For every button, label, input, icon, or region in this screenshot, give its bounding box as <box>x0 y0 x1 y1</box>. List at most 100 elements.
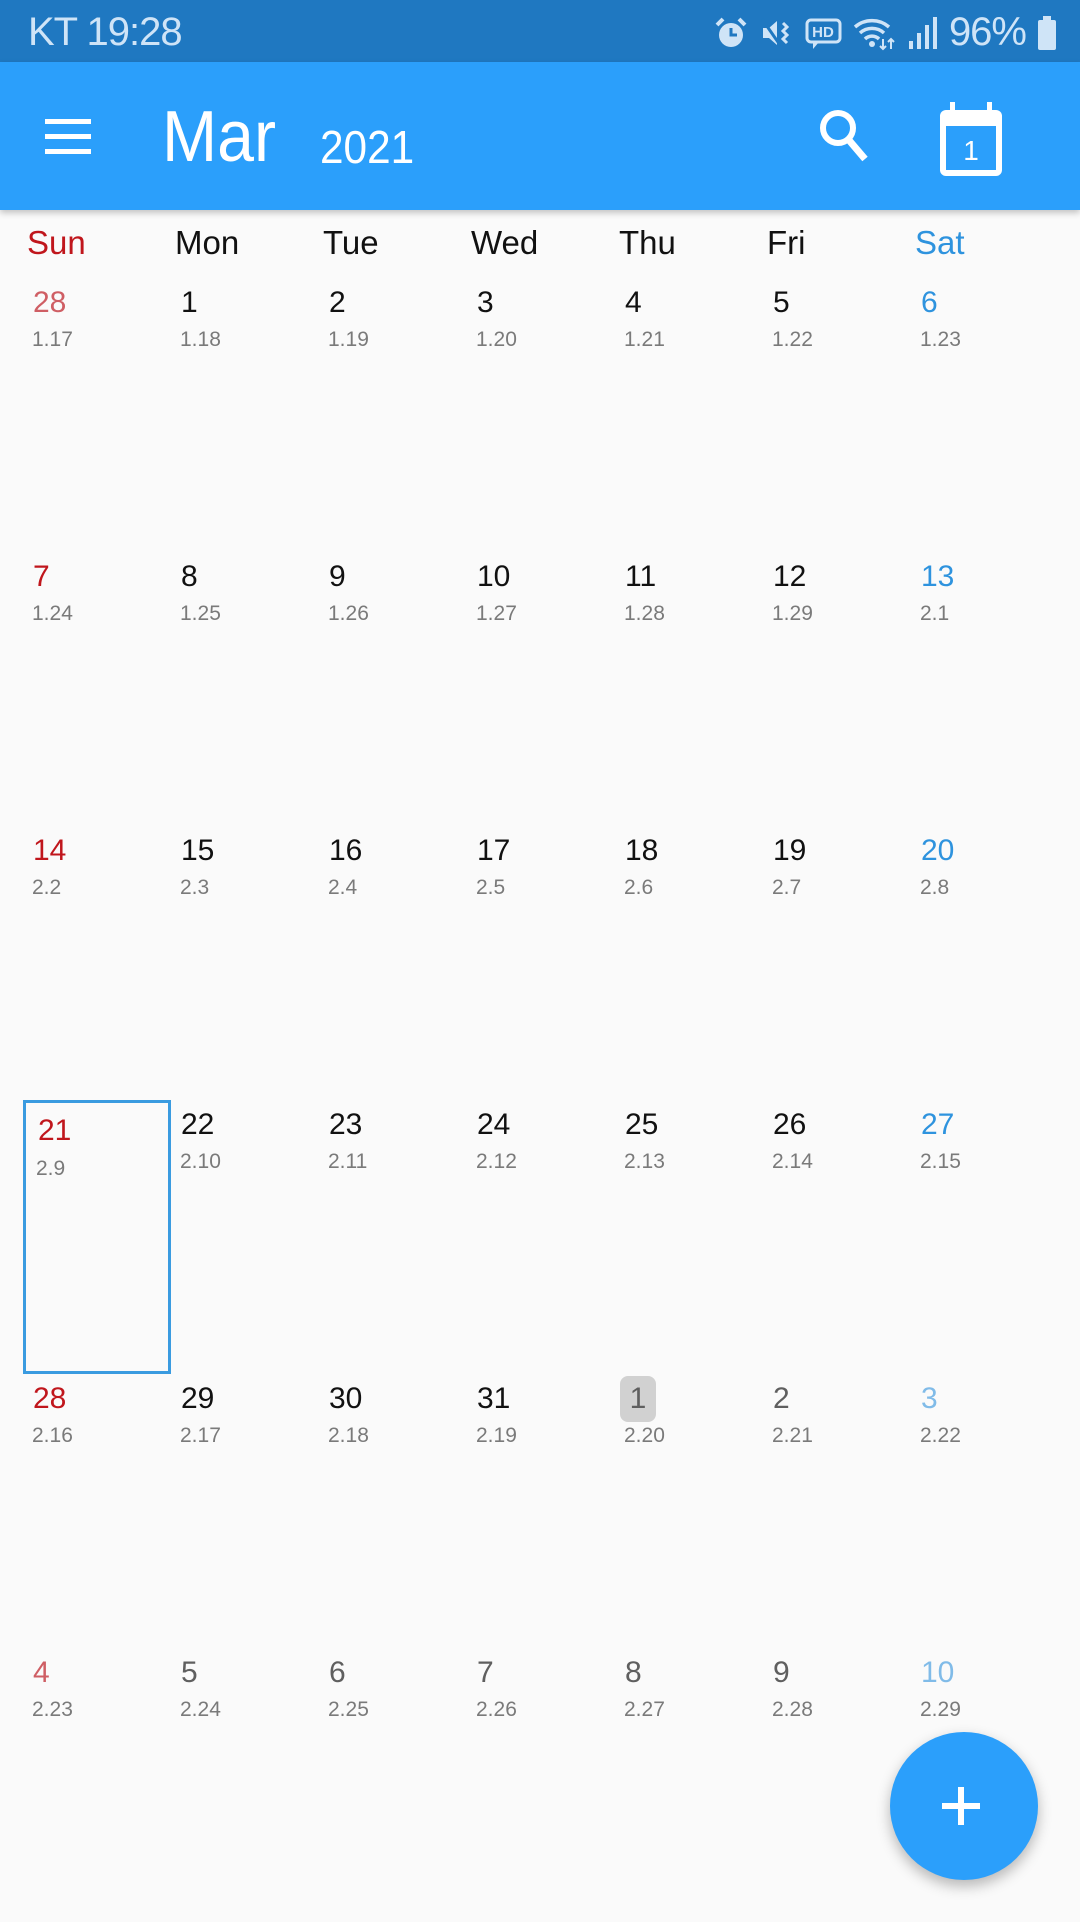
day-number: 9 <box>773 1656 790 1689</box>
day-cell[interactable]: 12 1.29 <box>768 552 916 826</box>
lunar-date: 2.5 <box>476 876 506 899</box>
menu-button[interactable] <box>36 106 100 166</box>
day-number: 8 <box>625 1656 642 1689</box>
day-cell[interactable]: 27 2.15 <box>916 1100 1064 1374</box>
lunar-date: 1.17 <box>32 328 73 351</box>
weekday-sat: Sat <box>915 224 965 261</box>
day-number: 30 <box>329 1382 363 1415</box>
day-cell[interactable]: 5 1.22 <box>768 278 916 552</box>
day-number: 23 <box>329 1108 363 1141</box>
day-cell[interactable]: 16 2.4 <box>324 826 472 1100</box>
lunar-date: 1.20 <box>476 328 517 351</box>
lunar-date: 2.17 <box>180 1424 221 1447</box>
add-event-button[interactable] <box>890 1732 1038 1880</box>
day-cell[interactable]: 23 2.11 <box>324 1100 472 1374</box>
day-number: 20 <box>921 834 955 867</box>
lunar-date: 2.3 <box>180 876 210 899</box>
day-cell[interactable]: 18 2.6 <box>620 826 768 1100</box>
wifi-icon <box>853 18 895 50</box>
day-cell[interactable]: 24 2.12 <box>472 1100 620 1374</box>
day-cell[interactable]: 28 1.17 <box>28 278 176 552</box>
day-cell[interactable]: 31 2.19 <box>472 1374 620 1648</box>
day-number: 28 <box>33 286 67 319</box>
day-cell[interactable]: 7 1.24 <box>28 552 176 826</box>
day-cell[interactable]: 25 2.13 <box>620 1100 768 1374</box>
day-cell[interactable]: 3 2.22 <box>916 1374 1064 1648</box>
day-cell[interactable]: 13 2.1 <box>916 552 1064 826</box>
day-number: 5 <box>181 1656 198 1689</box>
day-cell[interactable]: 19 2.7 <box>768 826 916 1100</box>
day-cell[interactable]: 14 2.2 <box>28 826 176 1100</box>
day-number: 6 <box>329 1656 346 1689</box>
day-number: 9 <box>329 560 346 593</box>
day-cell[interactable]: 2 1.19 <box>324 278 472 552</box>
lunar-date: 2.7 <box>772 876 802 899</box>
day-cell[interactable]: 28 2.16 <box>28 1374 176 1648</box>
day-number: 4 <box>33 1656 50 1689</box>
lunar-date: 1.29 <box>772 602 813 625</box>
day-number: 27 <box>921 1108 955 1141</box>
day-cell[interactable]: 8 2.27 <box>620 1648 768 1922</box>
day-cell[interactable]: 2 2.21 <box>768 1374 916 1648</box>
lunar-date: 2.10 <box>180 1150 221 1173</box>
svg-text:HD: HD <box>812 24 834 41</box>
day-number: 21 <box>38 1114 72 1147</box>
weekday-wed: Wed <box>471 224 539 261</box>
day-cell[interactable]: 15 2.3 <box>176 826 324 1100</box>
day-number: 15 <box>181 834 215 867</box>
lunar-date: 2.20 <box>624 1424 665 1447</box>
day-cell[interactable]: 6 1.23 <box>916 278 1064 552</box>
battery-icon <box>1038 15 1056 50</box>
status-bar: KT 19:28 HD 96% <box>0 0 1080 62</box>
day-number: 25 <box>625 1108 659 1141</box>
day-cell[interactable]: 29 2.17 <box>176 1374 324 1648</box>
day-number: 12 <box>773 560 807 593</box>
lunar-date: 2.22 <box>920 1424 961 1447</box>
day-cell[interactable]: 11 1.28 <box>620 552 768 826</box>
day-cell[interactable]: 4 2.23 <box>28 1648 176 1922</box>
lunar-date: 2.29 <box>920 1698 961 1721</box>
day-number: 7 <box>477 1656 494 1689</box>
day-cell[interactable]: 3 1.20 <box>472 278 620 552</box>
status-icons: HD 96% <box>713 10 1058 55</box>
lunar-date: 2.24 <box>180 1698 221 1721</box>
search-button[interactable] <box>812 104 876 168</box>
day-number: 2 <box>773 1382 790 1415</box>
day-cell[interactable]: 6 2.25 <box>324 1648 472 1922</box>
day-cell[interactable]: 20 2.8 <box>916 826 1064 1100</box>
lunar-date: 1.27 <box>476 602 517 625</box>
lunar-date: 1.28 <box>624 602 665 625</box>
day-cell[interactable]: 30 2.18 <box>324 1374 472 1648</box>
day-cell[interactable]: 1 1.18 <box>176 278 324 552</box>
day-cell[interactable]: 9 1.26 <box>324 552 472 826</box>
lunar-date: 1.22 <box>772 328 813 351</box>
day-number: 26 <box>773 1108 807 1141</box>
day-cell[interactable]: 8 1.25 <box>176 552 324 826</box>
day-number: 13 <box>921 560 955 593</box>
day-cell[interactable]: 17 2.5 <box>472 826 620 1100</box>
day-number: 19 <box>773 834 807 867</box>
month-title[interactable]: Mar <box>162 96 276 178</box>
day-number: 3 <box>921 1382 938 1415</box>
app-bar: Mar 2021 1 <box>0 62 1080 210</box>
day-cell[interactable]: 26 2.14 <box>768 1100 916 1374</box>
lunar-date: 2.13 <box>624 1150 665 1173</box>
day-cell[interactable]: 4 1.21 <box>620 278 768 552</box>
day-cell[interactable]: 10 1.27 <box>472 552 620 826</box>
lunar-date: 2.4 <box>328 876 358 899</box>
day-number: 8 <box>181 560 198 593</box>
year-title[interactable]: 2021 <box>320 120 414 174</box>
lunar-date: 1.18 <box>180 328 221 351</box>
go-to-today-button[interactable]: 1 <box>936 102 1008 176</box>
day-cell[interactable]: 7 2.26 <box>472 1648 620 1922</box>
day-number: 17 <box>477 834 511 867</box>
lunar-date: 1.23 <box>920 328 961 351</box>
lunar-date: 2.18 <box>328 1424 369 1447</box>
day-number: 28 <box>33 1382 67 1415</box>
day-cell[interactable]: 1 2.20 <box>620 1374 768 1648</box>
day-number: 11 <box>625 560 657 593</box>
day-number: 24 <box>477 1108 511 1141</box>
day-cell[interactable]: 22 2.10 <box>176 1100 324 1374</box>
day-cell-selected[interactable]: 21 2.9 <box>23 1100 171 1374</box>
day-cell[interactable]: 5 2.24 <box>176 1648 324 1922</box>
